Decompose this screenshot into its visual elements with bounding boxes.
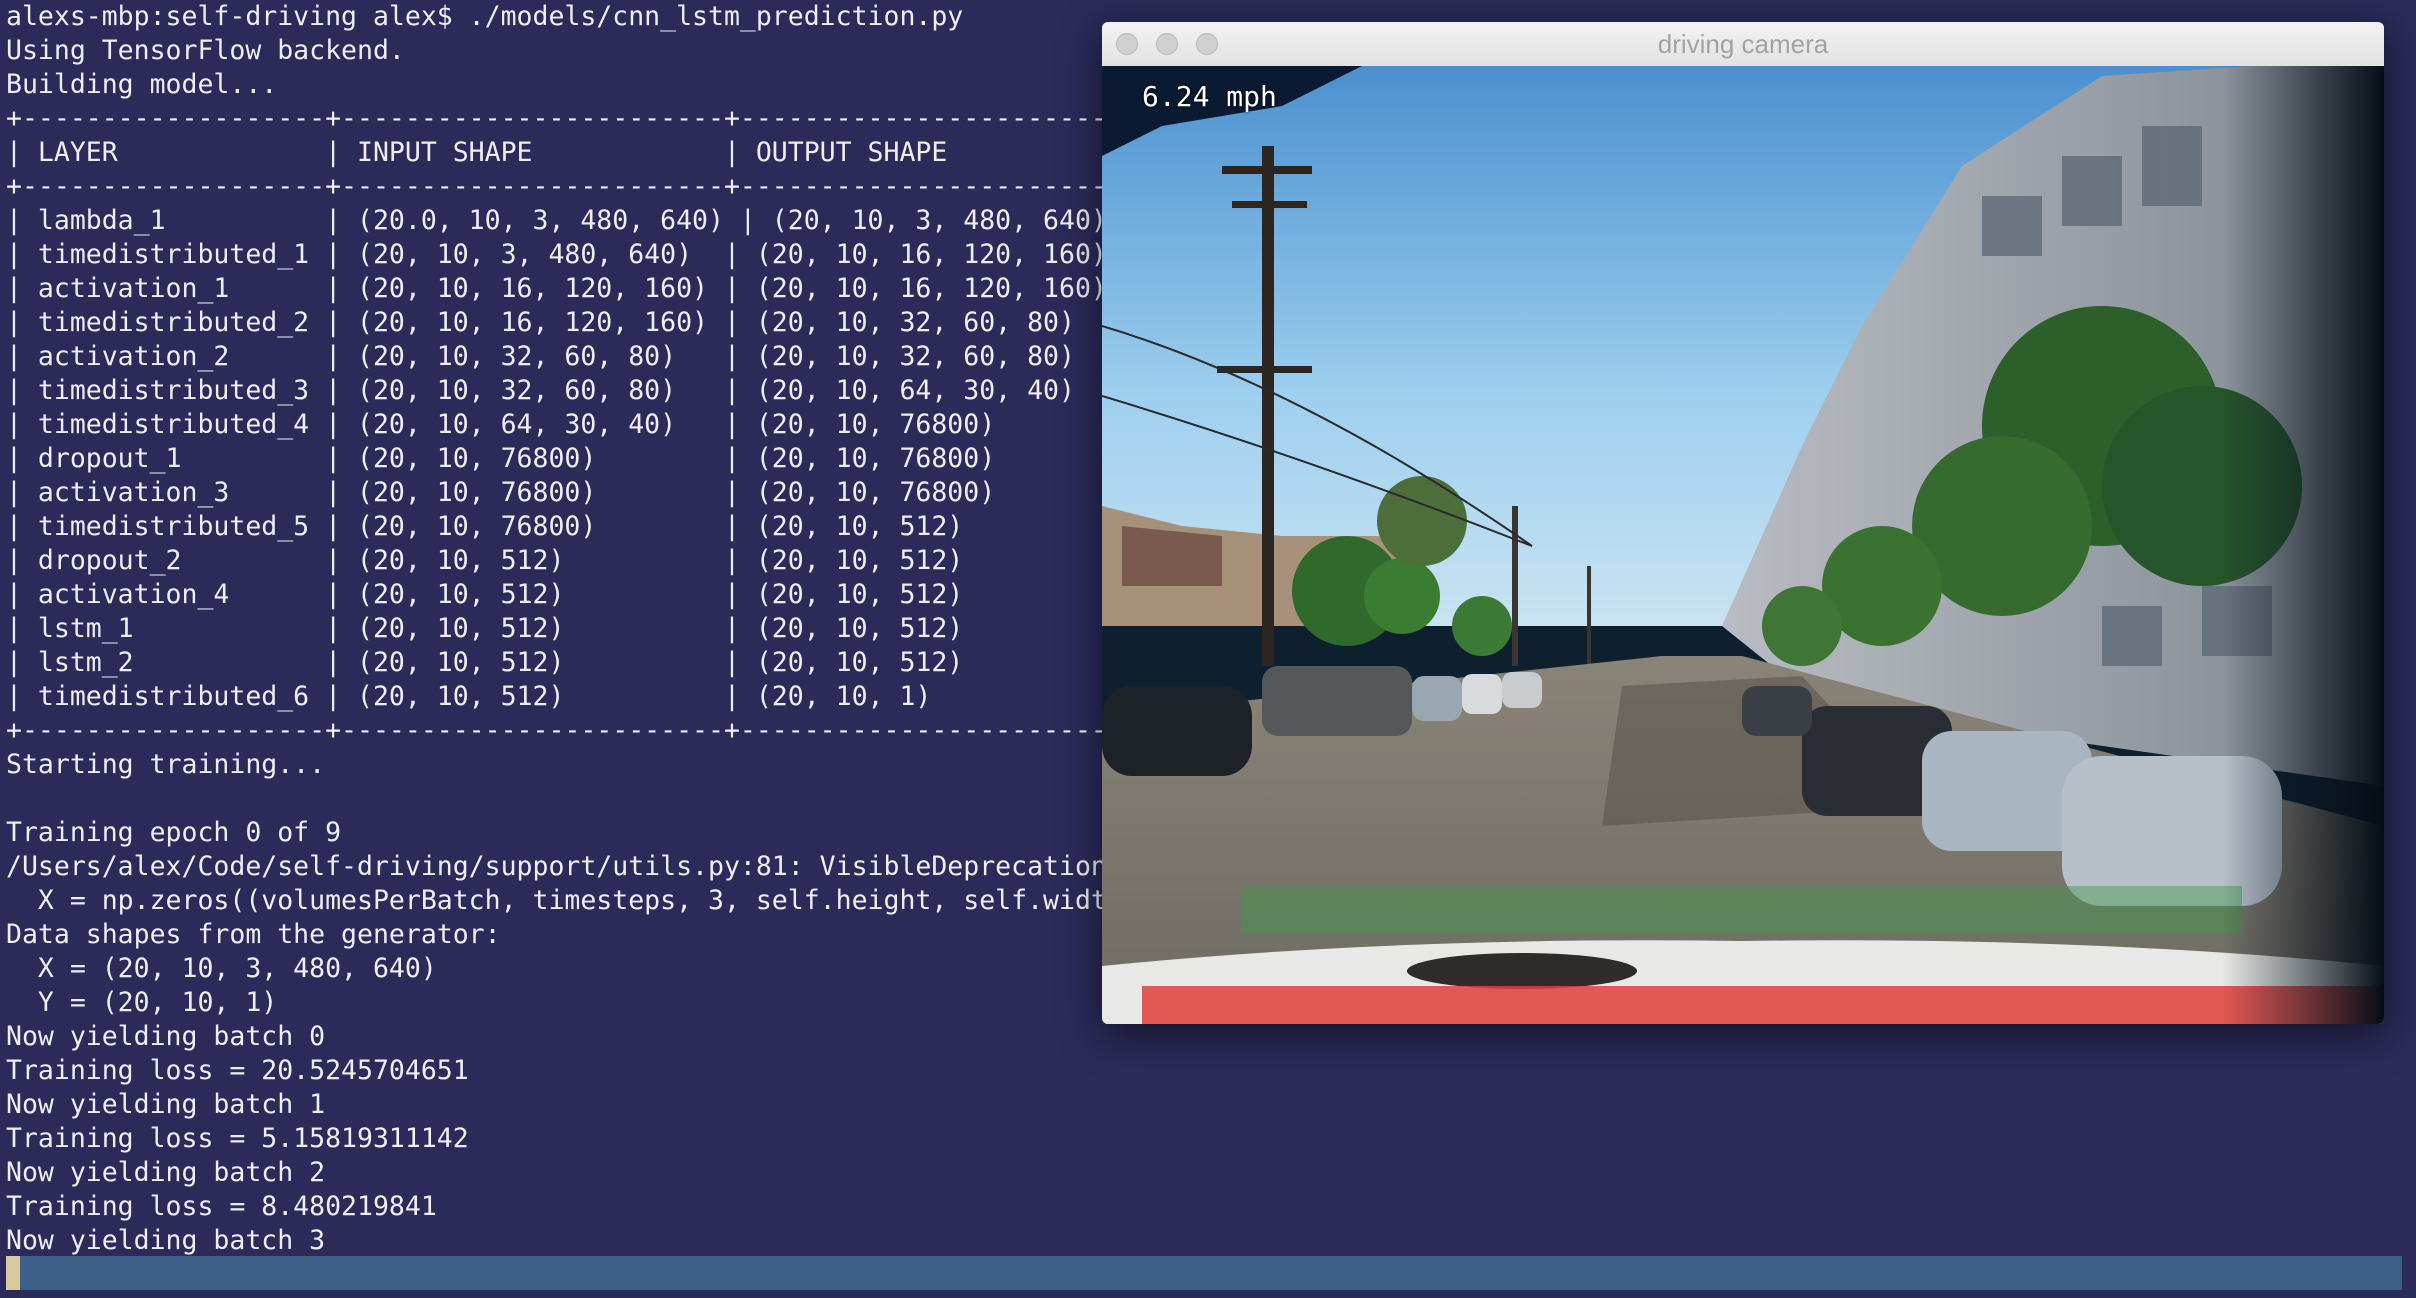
terminal-line: | timedistributed_4 | (20, 10, 64, 30, 4… — [6, 409, 1139, 440]
terminal-line: Now yielding batch 1 — [6, 1089, 326, 1120]
terminal-line: Training loss = 5.15819311142 — [6, 1123, 469, 1154]
terminal-line: +-------------------+-------------------… — [6, 103, 1123, 134]
terminal-line: | activation_1 | (20, 10, 16, 120, 160) … — [6, 273, 1139, 304]
camera-feed: 6.24 mph — [1102, 66, 2384, 1024]
terminal-input-line[interactable] — [6, 1256, 2402, 1290]
terminal-line: | dropout_2 | (20, 10, 512) | (20, 10, 5… — [6, 545, 1139, 576]
terminal-line: Now yielding batch 0 — [6, 1021, 326, 1052]
terminal-line: Y = (20, 10, 1) — [6, 987, 278, 1018]
terminal-line: Building model... — [6, 69, 278, 100]
terminal-line: Training loss = 8.480219841 — [6, 1191, 437, 1222]
driving-camera-window[interactable]: driving camera 6.24 mph — [1102, 22, 2384, 1024]
terminal-line: Starting training... — [6, 749, 326, 780]
terminal-line: Data shapes from the generator: — [6, 919, 501, 950]
terminal-line: | timedistributed_6 | (20, 10, 512) | (2… — [6, 681, 1139, 712]
street-scene-image — [1102, 66, 2384, 1024]
terminal-line: | lstm_1 | (20, 10, 512) | (20, 10, 512)… — [6, 613, 1139, 644]
terminal-line: X = np.zeros((volumesPerBatch, timesteps… — [6, 885, 1267, 916]
terminal-line: Now yielding batch 3 — [6, 1225, 326, 1256]
terminal-line: | dropout_1 | (20, 10, 76800) | (20, 10,… — [6, 443, 1139, 474]
terminal-line: | timedistributed_2 | (20, 10, 16, 120, … — [6, 307, 1139, 338]
terminal-line: | activation_2 | (20, 10, 32, 60, 80) | … — [6, 341, 1139, 372]
terminal-line: Using TensorFlow backend. — [6, 35, 405, 66]
text-cursor — [6, 1256, 20, 1290]
terminal-line: | activation_3 | (20, 10, 76800) | (20, … — [6, 477, 1139, 508]
terminal-line: /Users/alex/Code/self-driving/support/ut… — [6, 851, 1267, 882]
terminal-line: | timedistributed_1 | (20, 10, 3, 480, 6… — [6, 239, 1139, 270]
terminal-line: Training loss = 20.5245704651 — [6, 1055, 469, 1086]
terminal-line: | lambda_1 | (20.0, 10, 3, 480, 640) | (… — [6, 205, 1155, 236]
terminal-line: | timedistributed_5 | (20, 10, 76800) | … — [6, 511, 1139, 542]
terminal-line: +-------------------+-------------------… — [6, 715, 1123, 746]
window-title: driving camera — [1657, 29, 1829, 59]
terminal-line: | LAYER | INPUT SHAPE | OUTPUT SHAPE | — [6, 137, 1123, 168]
terminal-output: alexs-mbp:self-driving alex$ ./models/cn… — [6, 0, 1266, 1258]
terminal-line: | activation_4 | (20, 10, 512) | (20, 10… — [6, 579, 1139, 610]
terminal-line: +-------------------+-------------------… — [6, 171, 1123, 202]
window-titlebar[interactable]: driving camera — [1102, 22, 2384, 67]
terminal-line: alexs-mbp:self-driving alex$ ./models/cn… — [6, 1, 964, 32]
speed-readout: 6.24 mph — [1142, 80, 1277, 113]
terminal-line: Now yielding batch 2 — [6, 1157, 326, 1188]
terminal-line: | timedistributed_3 | (20, 10, 32, 60, 8… — [6, 375, 1139, 406]
terminal-line: X = (20, 10, 3, 480, 640) — [6, 953, 437, 984]
terminal-line: | lstm_2 | (20, 10, 512) | (20, 10, 512)… — [6, 647, 1139, 678]
terminal-line: Training epoch 0 of 9 — [6, 817, 342, 848]
